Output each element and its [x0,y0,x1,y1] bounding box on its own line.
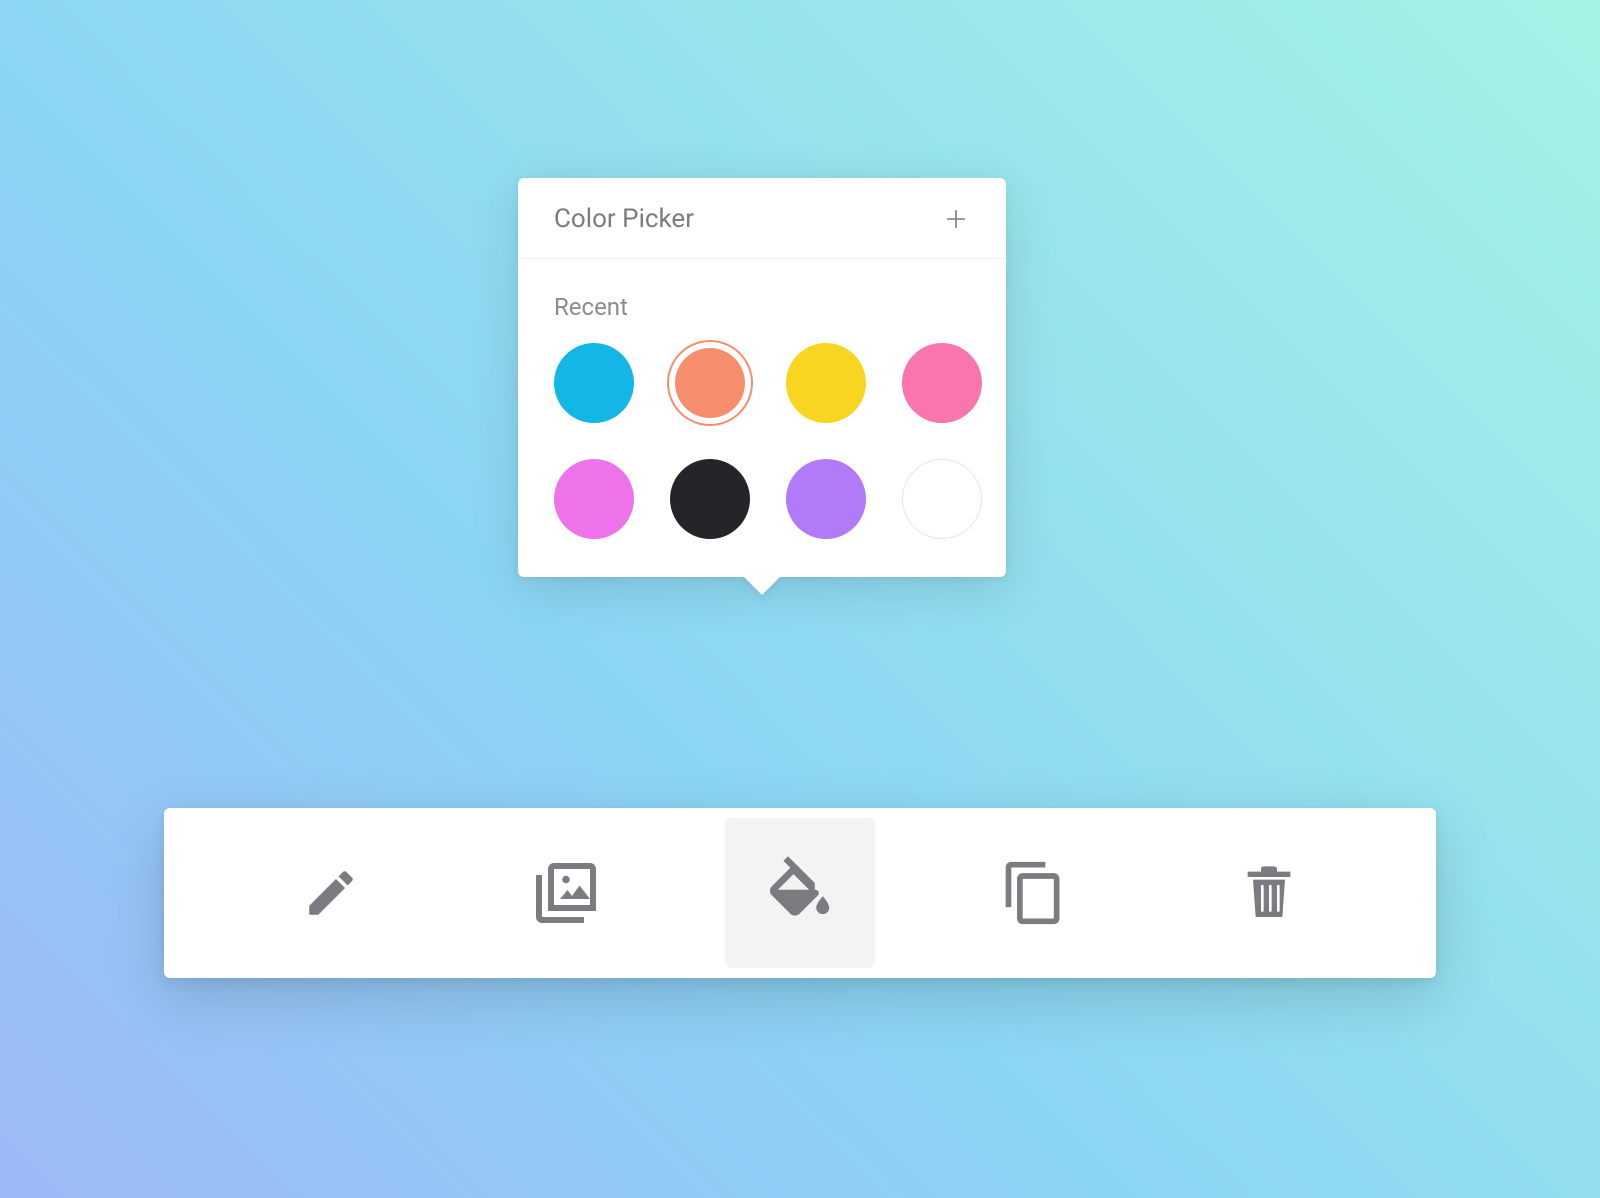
add-color-button[interactable] [942,205,970,233]
toolbar [164,808,1436,978]
recent-label: Recent [518,259,1006,343]
swatch-coral[interactable] [675,348,745,418]
popover-pointer [742,575,782,595]
copy-button[interactable] [959,818,1109,968]
trash-icon [1237,861,1301,925]
swatch-cyan[interactable] [554,343,634,423]
swatch-grid [518,343,1006,539]
pencil-icon [302,864,360,922]
image-button[interactable] [491,818,641,968]
delete-button[interactable] [1194,818,1344,968]
edit-button[interactable] [256,818,406,968]
plus-icon [944,207,968,231]
fill-button[interactable] [725,818,875,968]
swatch-magenta[interactable] [554,459,634,539]
paint-fill-icon [761,854,839,932]
swatch-white[interactable] [902,459,982,539]
popover-title: Color Picker [554,204,694,234]
popover-header: Color Picker [518,178,1006,259]
swatch-purple[interactable] [786,459,866,539]
image-stack-icon [530,857,602,929]
swatch-pink[interactable] [902,343,982,423]
copy-icon [1000,859,1068,927]
color-picker-popover: Color Picker Recent [518,178,1006,577]
swatch-black[interactable] [670,459,750,539]
swatch-yellow[interactable] [786,343,866,423]
